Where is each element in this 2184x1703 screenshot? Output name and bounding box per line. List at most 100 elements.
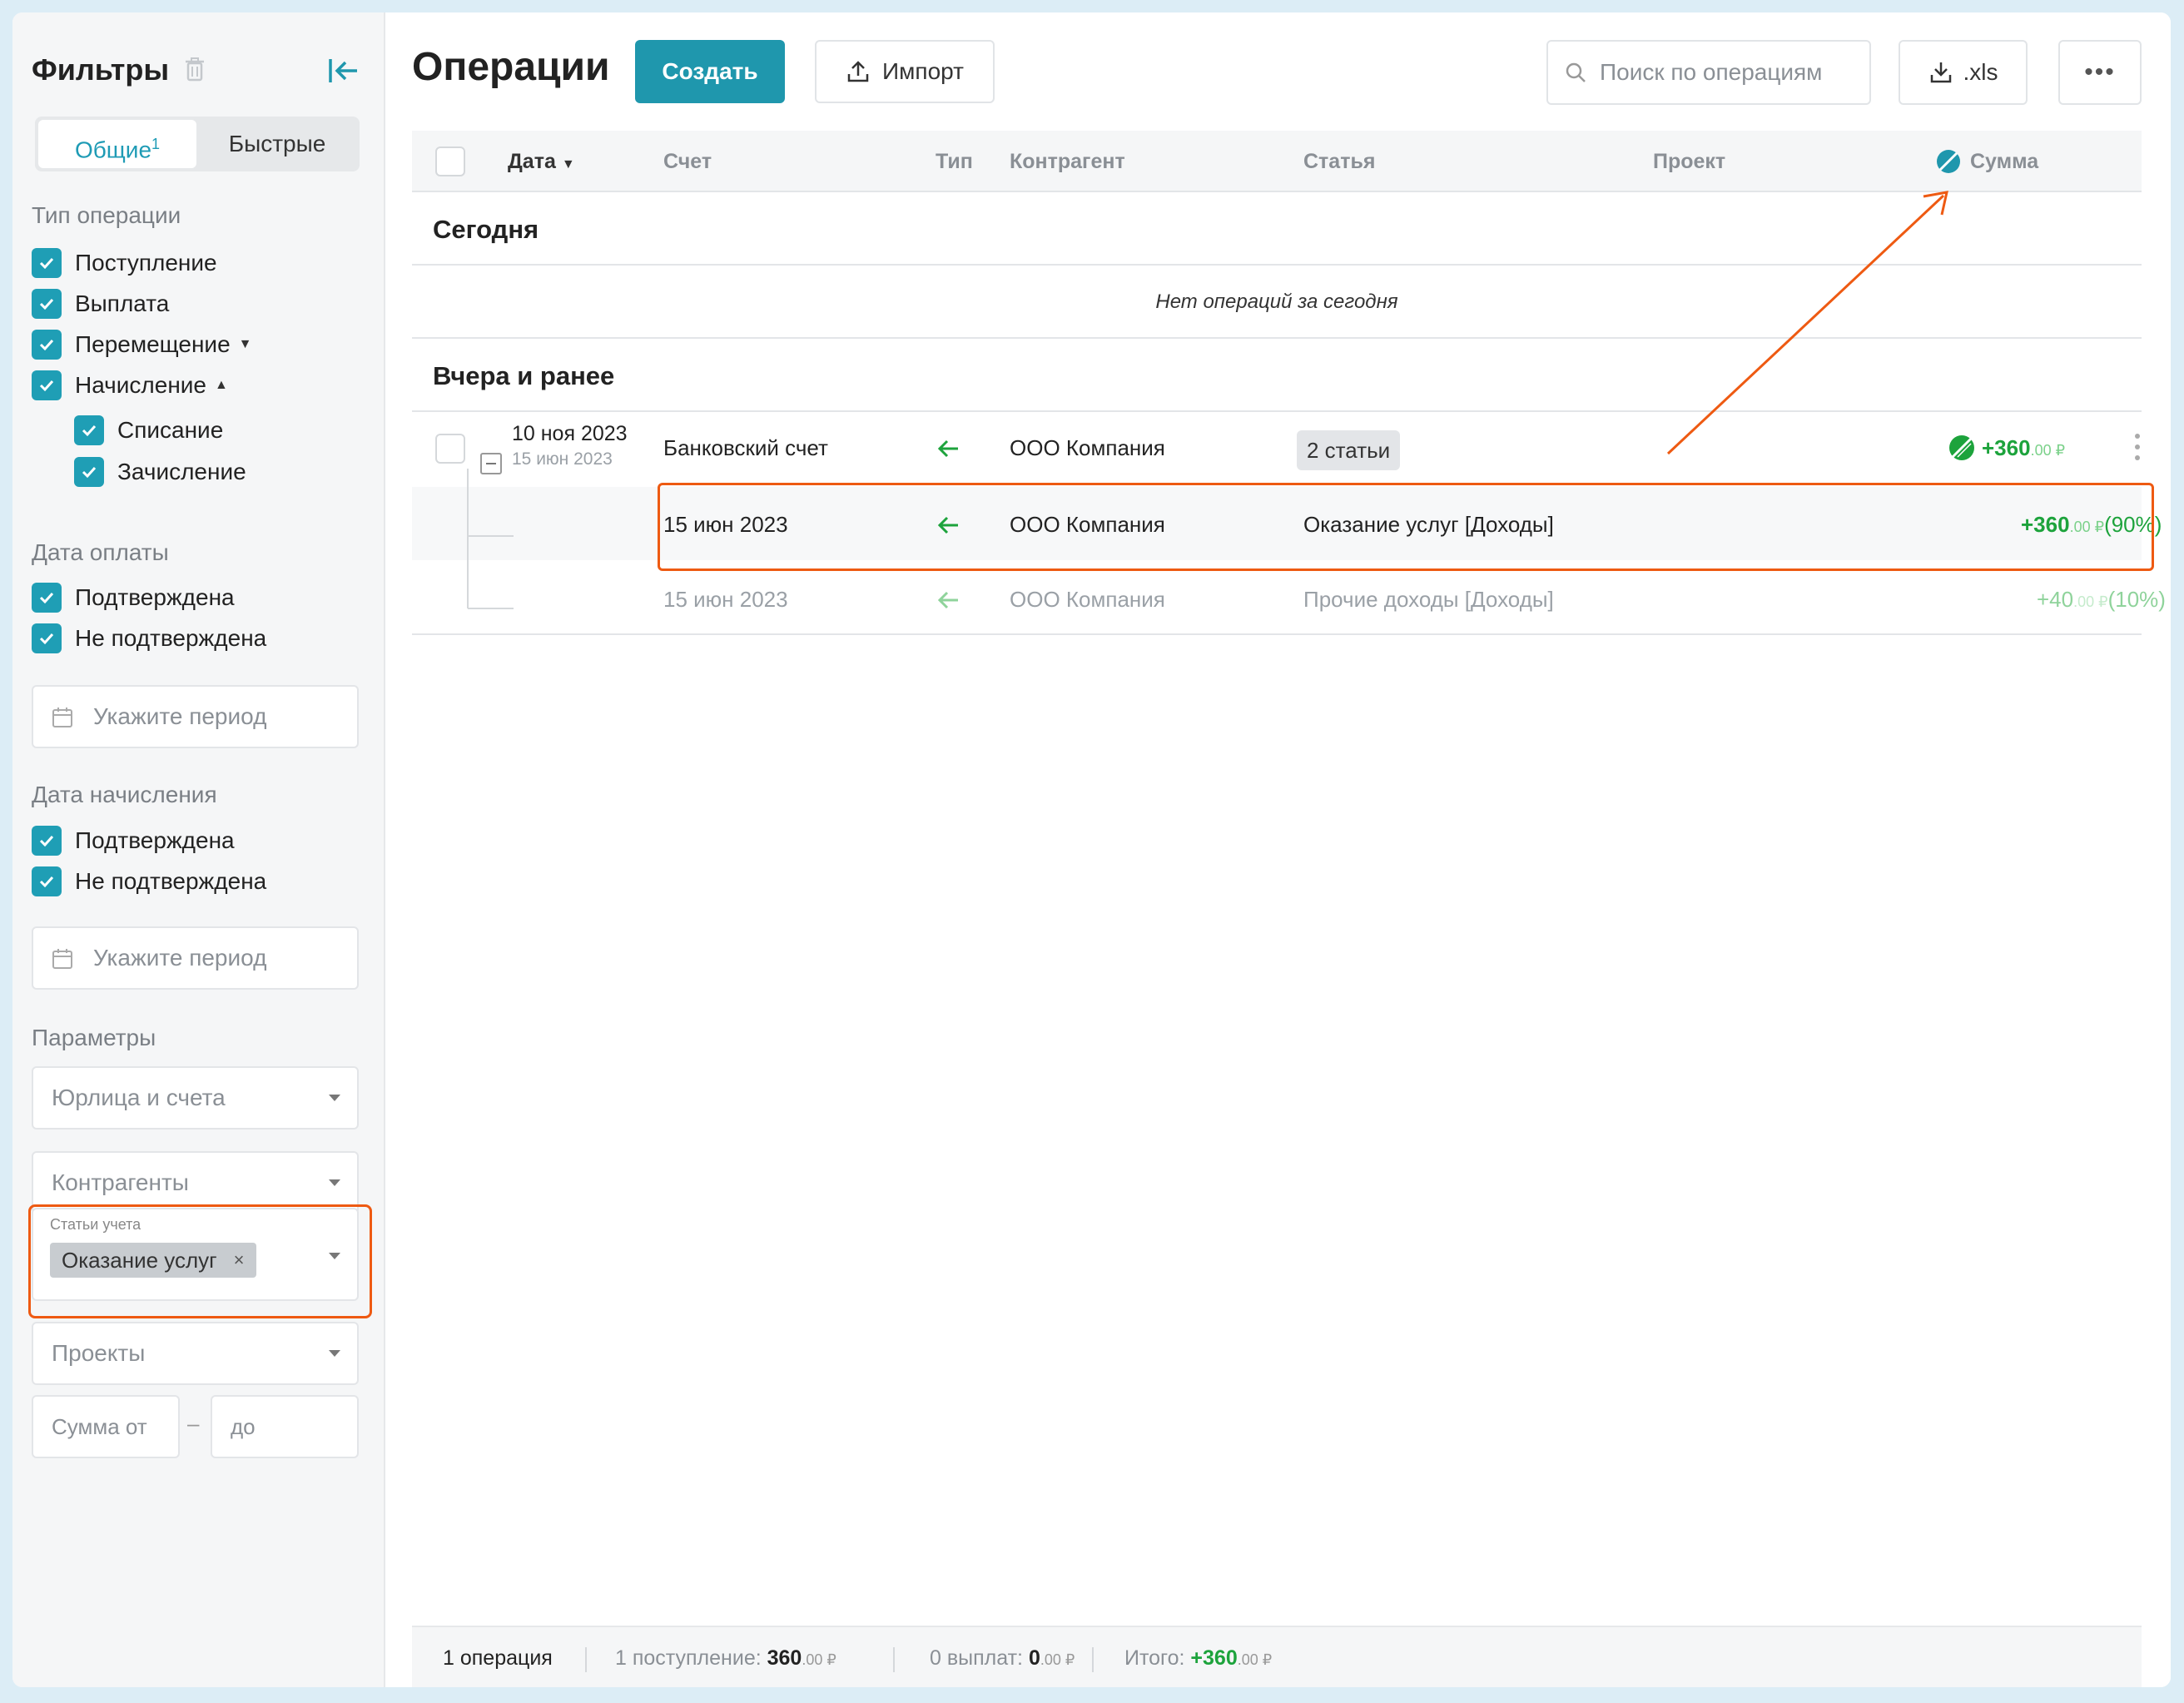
tree-line [467, 469, 469, 608]
filter-tabs: Общие1 Быстрые [35, 117, 360, 171]
checkbox-writeoff[interactable]: Списание [74, 414, 223, 447]
collapse-row-icon[interactable] [480, 453, 502, 474]
empty-message: Нет операций за сегодня [1155, 290, 1398, 313]
row-menu-icon[interactable] [2135, 434, 2140, 466]
col-date[interactable]: Дата ▼ [508, 131, 575, 196]
split-counterparty: ООО Компания [1010, 587, 1165, 612]
app-window: Фильтры Общие1 Быстрые Тип операции Пост… [12, 12, 2171, 1687]
split-pie-icon [1937, 150, 1960, 173]
group-today: Сегодня [412, 192, 2142, 266]
export-xls-button[interactable]: .xls [1899, 40, 2028, 105]
checkbox-accrual-unconfirmed[interactable]: Не подтверждена [32, 865, 266, 898]
checkbox-checked-icon[interactable] [32, 370, 62, 400]
footer-divider [1092, 1647, 1094, 1672]
checkbox-accrual[interactable]: Начисление ▲ [32, 369, 228, 402]
op-account: Банковский счет [663, 435, 828, 460]
checkbox-checked-icon[interactable] [32, 866, 62, 896]
split-row-highlight [658, 483, 2154, 571]
table-header: Дата ▼ Счет Тип Контрагент Статья Проект… [412, 131, 2142, 192]
accrual-period-input[interactable]: Укажите период [32, 926, 359, 990]
split-pie-icon [1949, 435, 1974, 460]
checkbox-credit[interactable]: Зачисление [74, 455, 246, 489]
sum-from-input[interactable]: Сумма от [32, 1395, 180, 1458]
tree-branch [468, 608, 514, 609]
checkbox-payment-unconfirmed[interactable]: Не подтверждена [32, 622, 266, 655]
table-row[interactable]: 10 ноя 2023 15 июн 2023 Банковский счет … [412, 410, 2142, 485]
checkbox-checked-icon[interactable] [32, 623, 62, 653]
checkbox-transfer[interactable]: Перемещение ▼ [32, 328, 251, 361]
section-params: Параметры [32, 1025, 156, 1050]
filters-sidebar: Фильтры Общие1 Быстрые Тип операции Пост… [12, 12, 385, 1687]
sum-to-input[interactable]: до [211, 1395, 359, 1458]
page-title: Операции [412, 45, 610, 89]
caret-up-icon[interactable]: ▲ [215, 378, 228, 393]
checkbox-payout[interactable]: Выплата [32, 287, 169, 320]
more-button[interactable]: ••• [2058, 40, 2142, 105]
col-article: Статья [1303, 150, 1376, 173]
calendar-icon [52, 949, 72, 969]
caret-down-icon[interactable]: ▼ [239, 337, 252, 352]
import-button[interactable]: Импорт [815, 40, 995, 103]
payment-period-input[interactable]: Укажите период [32, 685, 359, 748]
section-operation-type: Тип операции [32, 202, 181, 228]
select-all-checkbox[interactable] [435, 146, 465, 176]
split-date: 15 июн 2023 [663, 587, 788, 612]
checkbox-income[interactable]: Поступление [32, 246, 217, 280]
sort-down-icon: ▼ [561, 157, 575, 171]
checkbox-checked-icon[interactable] [32, 330, 62, 360]
op-counterparty: ООО Компания [1010, 435, 1165, 460]
footer-income: 1 поступление: 360.00 ₽ [615, 1646, 836, 1670]
range-dash: – [187, 1411, 200, 1436]
col-project: Проект [1653, 150, 1726, 173]
checkbox-accrual-confirmed[interactable]: Подтверждена [32, 824, 235, 857]
footer-divider [585, 1647, 587, 1672]
download-icon [1930, 62, 1951, 83]
create-button[interactable]: Создать [635, 40, 785, 103]
checkbox-checked-icon[interactable] [32, 289, 62, 319]
tab-general[interactable]: Общие1 [38, 120, 196, 168]
calendar-icon [52, 708, 72, 727]
footer-payouts: 0 выплат: 0.00 ₽ [930, 1646, 1075, 1670]
checkbox-checked-icon[interactable] [74, 457, 104, 487]
op-amount: +360.00 ₽ [1982, 435, 2066, 460]
row-checkbox[interactable] [435, 434, 465, 464]
trash-icon[interactable] [183, 56, 206, 82]
tab-quick[interactable]: Быстрые [198, 120, 356, 168]
col-type: Тип [936, 150, 973, 173]
footer-count: 1 операция [443, 1646, 553, 1670]
projects-select[interactable]: Проекты [32, 1322, 359, 1385]
entities-select[interactable]: Юрлица и счета [32, 1066, 359, 1130]
collapse-sidebar-icon[interactable] [327, 56, 360, 86]
section-payment-date: Дата оплаты [32, 539, 169, 565]
chevron-down-icon [329, 1095, 340, 1101]
checkbox-checked-icon[interactable] [74, 415, 104, 445]
tab-badge: 1 [151, 136, 161, 152]
col-account: Счет [663, 150, 712, 173]
checkbox-checked-icon[interactable] [32, 826, 62, 856]
checkbox-checked-icon[interactable] [32, 583, 62, 613]
search-input[interactable]: Поиск по операциям [1546, 40, 1871, 105]
footer-total: Итого: +360.00 ₽ [1124, 1646, 1273, 1670]
split-amount: +40.00 ₽(10%) [2037, 587, 2166, 612]
articles-count-tag[interactable]: 2 статьи [1297, 430, 1401, 470]
main-content: Операции Создать Импорт Поиск по операци… [387, 12, 2171, 1687]
op-date: 10 ноя 2023 [512, 422, 628, 445]
split-article: Прочие доходы [Доходы] [1303, 587, 1554, 612]
chevron-down-icon [329, 1350, 340, 1357]
tree-branch [468, 535, 514, 537]
income-arrow-icon [937, 591, 958, 609]
search-icon [1566, 62, 1586, 82]
footer-divider [893, 1647, 895, 1672]
col-sum[interactable]: Сумма [1935, 131, 2038, 192]
col-counterparty: Контрагент [1010, 150, 1125, 173]
income-arrow-icon [937, 439, 958, 458]
chevron-down-icon [329, 1179, 340, 1186]
filters-title: Фильтры [32, 52, 170, 87]
section-accrual-date: Дата начисления [32, 782, 217, 807]
checkbox-checked-icon[interactable] [32, 248, 62, 278]
split-row[interactable]: 15 июн 2023 ООО Компания Прочие доходы [… [412, 562, 2166, 635]
empty-row: Нет операций за сегодня [412, 266, 2142, 339]
op-subdate: 15 июн 2023 [512, 449, 613, 469]
upload-icon [847, 61, 869, 82]
checkbox-payment-confirmed[interactable]: Подтверждена [32, 581, 235, 614]
